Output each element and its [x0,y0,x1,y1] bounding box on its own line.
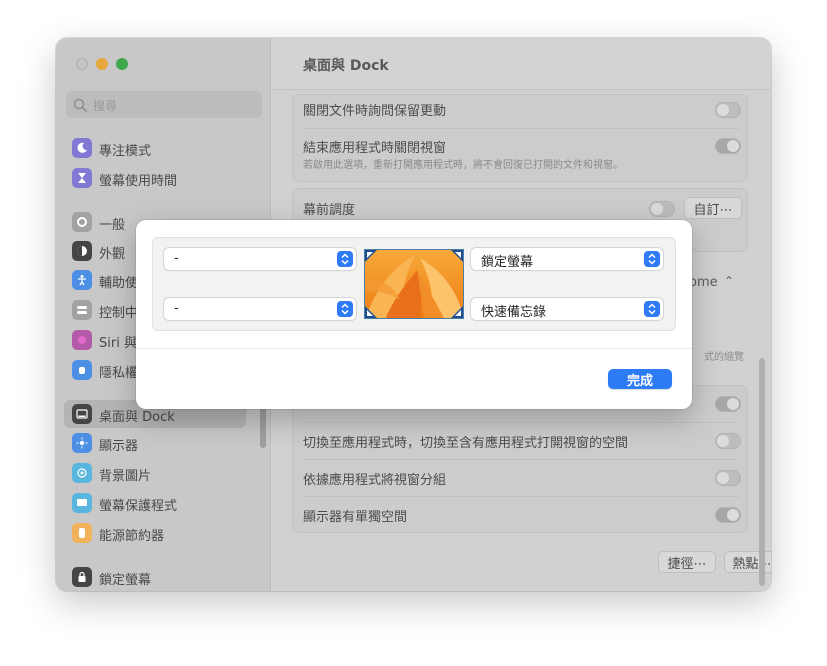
sidebar-item-label: 背景圖片 [99,469,152,484]
sidebar-item-label: 一般 [99,218,126,233]
wallpaper-icon [72,463,92,483]
shortcuts-button[interactable]: 捷徑⋯ [658,551,716,573]
partial-description: 式的縮覽 [704,352,744,363]
group-windows-toggle[interactable] [715,470,741,486]
page-title: 桌面與 Dock [303,58,389,74]
bottom-right-corner-popup[interactable]: 快速備忘錄 [471,298,663,320]
top-left-corner-popup[interactable]: - [164,248,356,270]
done-button[interactable]: 完成 [608,369,672,389]
sidebar-item-label: 鎖定螢幕 [99,573,152,588]
sidebar-item-lock-screen[interactable]: 鎖定螢幕 [64,563,246,591]
sidebar-scrollbar[interactable] [260,403,266,448]
bottom-left-corner-popup[interactable]: - [164,298,356,320]
sheet-divider [136,348,692,349]
quit-apps-description: 若啟用此選項，重新打開應用程式時，將不會回復已打開的文件和視窗。 [303,160,623,171]
quit-apps-label: 結束應用程式時關閉視窗 [303,141,447,156]
hand-icon [72,360,92,380]
screensaver-icon [72,493,92,513]
close-window-button[interactable] [76,58,88,70]
zoom-window-button[interactable] [116,58,128,70]
hot-corners-sheet: - 鎖定螢幕 - 快速備忘錄 完成 [136,220,692,409]
auto-rearrange-toggle[interactable] [715,396,741,412]
sidebar-item-displays[interactable]: 顯示器 [64,429,246,457]
sidebar-item-energy[interactable]: 能源節約器 [64,519,246,547]
sidebar-item-label: 顯示器 [99,439,139,454]
sidebar-item-label: 螢幕使用時間 [99,174,178,189]
group-windows-label: 依據應用程式將視窗分組 [303,473,447,488]
sidebar-item-label: 螢幕保護程式 [99,499,178,514]
display-icon [72,433,92,453]
switch-space-toggle[interactable] [715,433,741,449]
close-docs-toggle[interactable] [715,102,741,118]
sidebar-item-label: Siri 與 [99,336,137,351]
search-placeholder: 搜尋 [93,99,118,113]
sidebar-item-label: 外觀 [99,247,126,262]
divider [303,496,739,497]
updown-icon: ⌃ [724,274,735,288]
hourglass-icon [72,168,92,188]
top-right-corner-icon [451,250,463,262]
top-left-corner-value: - [174,251,179,266]
updown-chevron-icon [337,301,353,317]
quit-apps-toggle[interactable] [715,138,741,154]
search-icon [73,97,87,116]
stage-manager-label: 幕前調度 [303,203,356,218]
divider [303,422,739,423]
wallpaper-preview-image [365,250,463,318]
lock-icon [72,567,92,587]
sidebar-item-label: 隱私權 [99,366,139,381]
sidebar-item-wallpaper[interactable]: 背景圖片 [64,459,246,487]
bottom-right-corner-icon [451,306,463,318]
updown-chevron-icon [337,251,353,267]
separate-spaces-toggle[interactable] [715,507,741,523]
main-scrollbar[interactable] [759,358,765,586]
siri-icon [72,330,92,350]
sidebar-item-label: 專注模式 [99,144,152,159]
dock-icon [72,404,92,424]
top-left-corner-icon [365,250,377,262]
sidebar-item-screen-time[interactable]: 螢幕使用時間 [64,164,246,192]
switch-space-label: 切換至應用程式時，切換至含有應用程式打開視窗的空間 [303,436,629,451]
accessibility-icon [72,270,92,290]
minimize-window-button[interactable] [96,58,108,70]
close-docs-label: 關閉文件時詢問保留更動 [303,104,447,119]
sidebar-item-focus[interactable]: 專注模式 [64,134,246,162]
top-right-corner-popup[interactable]: 鎖定螢幕 [471,248,663,270]
divider [303,128,739,129]
stage-manager-customize-button[interactable]: 自訂⋯ [684,197,742,219]
desktop-preview [364,249,464,319]
settings-group-windows: 關閉文件時詢問保留更動 結束應用程式時關閉視窗 若啟用此選項，重新打開應用程式時… [292,94,748,182]
top-right-corner-value: 鎖定螢幕 [481,255,534,270]
sidebar-item-label: 輔助使 [99,276,139,291]
stage-manager-toggle[interactable] [649,201,675,217]
bottom-right-corner-value: 快速備忘錄 [481,305,547,320]
sidebar-item-label: 控制中 [99,306,139,321]
control-center-icon [72,300,92,320]
separate-spaces-label: 顯示器有單獨空間 [303,510,408,525]
sidebar-item-label: 能源節約器 [99,529,165,544]
sidebar-item-screensaver[interactable]: 螢幕保護程式 [64,489,246,517]
appearance-icon [72,241,92,261]
bottom-left-corner-value: - [174,301,179,316]
gear-icon [72,212,92,232]
moon-icon [72,138,92,158]
divider [303,459,739,460]
updown-chevron-icon [644,251,660,267]
bottom-left-corner-icon [365,306,377,318]
updown-chevron-icon [644,301,660,317]
battery-icon [72,523,92,543]
search-field[interactable]: 搜尋 [66,91,262,118]
